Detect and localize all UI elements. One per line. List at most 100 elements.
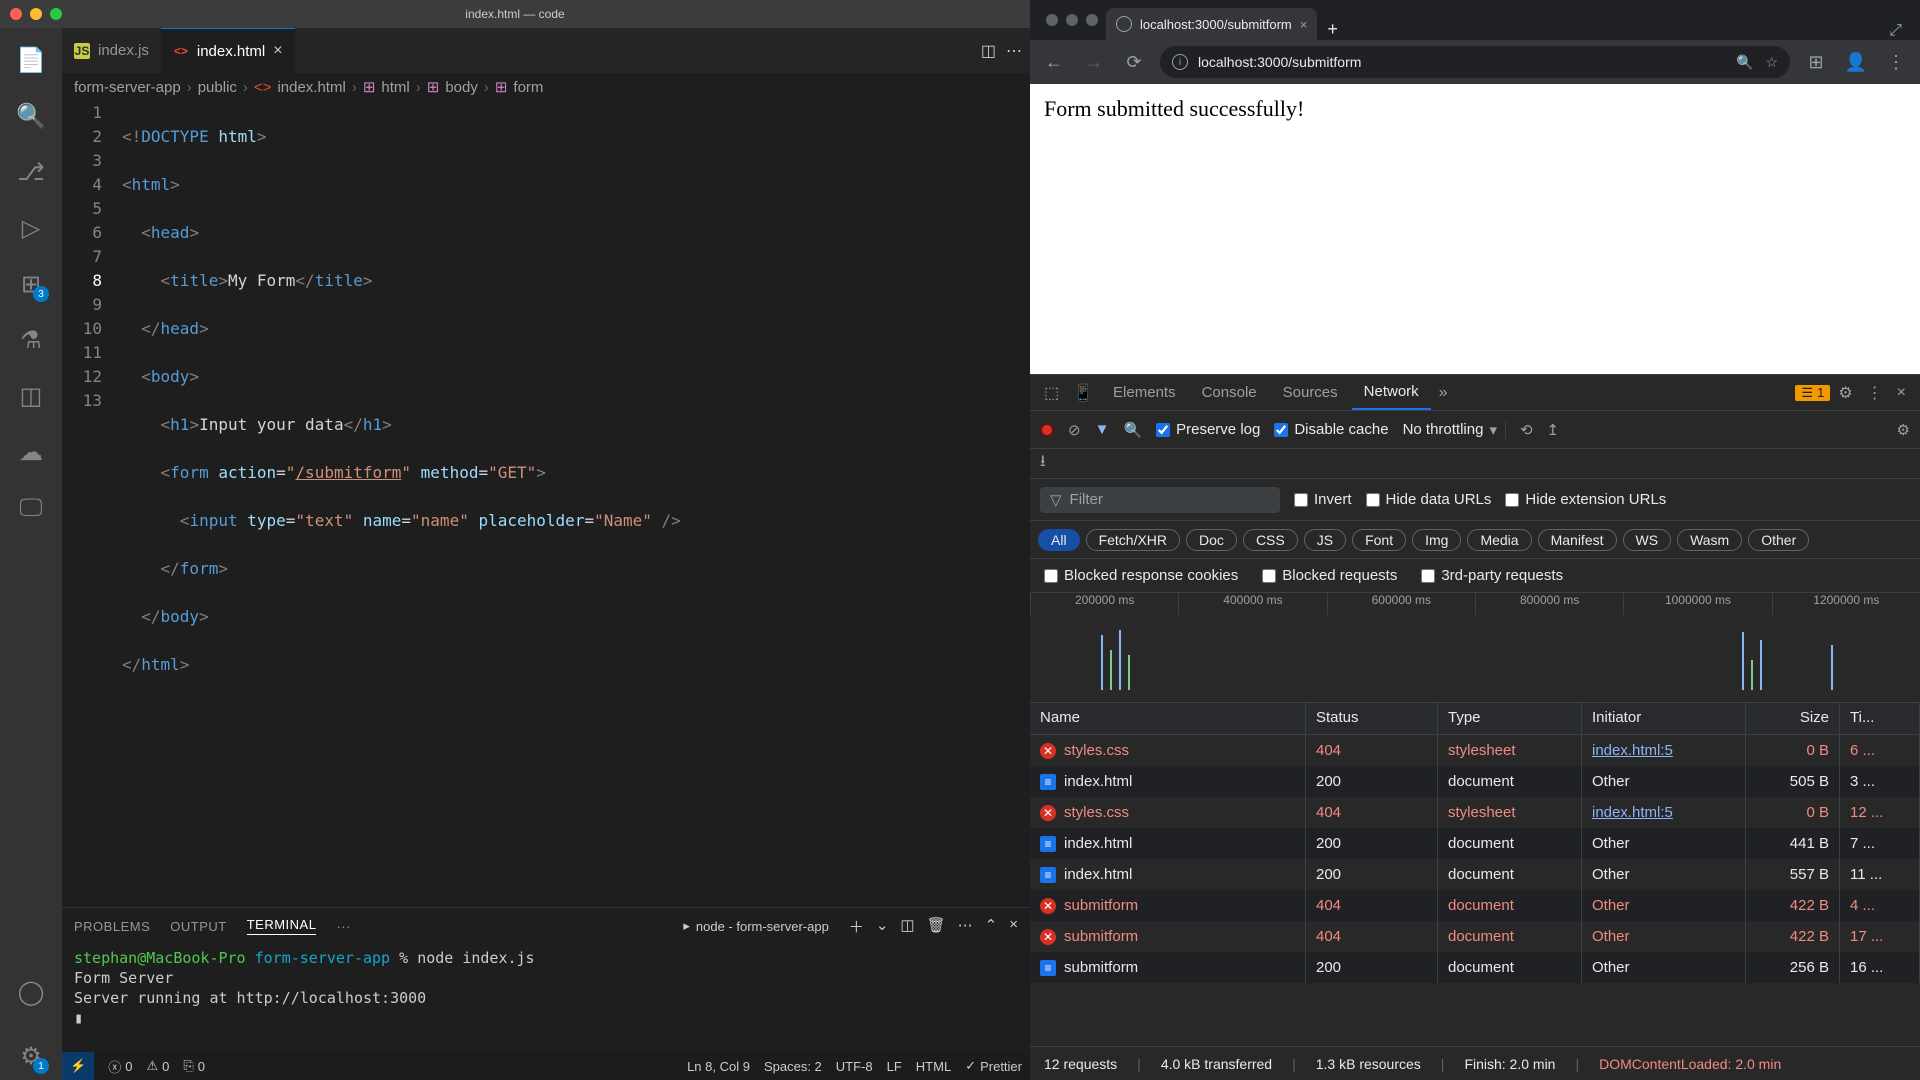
chevron-down-icon[interactable]: ⌄ [876,916,889,937]
close-devtools-icon[interactable]: × [1891,384,1912,402]
close-tab-icon[interactable]: × [1300,17,1308,32]
close-panel-icon[interactable]: × [1009,916,1018,937]
testing-icon[interactable]: ⚗ [7,316,55,364]
reload-button[interactable]: ⟳ [1120,52,1148,73]
language-mode[interactable]: HTML [916,1059,951,1074]
database-icon[interactable]: ☁ [7,428,55,476]
preserve-log-checkbox[interactable]: Preserve log [1156,421,1260,438]
expand-icon[interactable]: ⤢ [1879,22,1912,40]
prettier-status[interactable]: ✓ Prettier [965,1058,1022,1074]
disable-cache-checkbox[interactable]: Disable cache [1274,421,1388,438]
table-row[interactable]: ≡index.html200documentOther557 B11 ... [1030,859,1920,890]
type-filter-font[interactable]: Font [1352,529,1406,551]
extensions-icon[interactable]: ⊞3 [7,260,55,308]
table-row[interactable]: ✕styles.css404stylesheetindex.html:50 B1… [1030,797,1920,828]
tab-elements[interactable]: Elements [1101,375,1188,410]
blocked-cookies-checkbox[interactable]: Blocked response cookies [1044,567,1238,584]
col-initiator[interactable]: Initiator [1582,703,1746,734]
back-button[interactable]: ← [1040,52,1068,73]
type-filter-wasm[interactable]: Wasm [1677,529,1742,551]
remote-indicator[interactable]: ⚡ [62,1052,94,1080]
import-icon[interactable]: ↥ [1547,421,1560,439]
col-size[interactable]: Size [1746,703,1840,734]
issues-badge[interactable]: ☰ 1 [1795,385,1830,401]
profile-icon[interactable]: 👤 [1842,52,1870,73]
browser-tab[interactable]: localhost:3000/submitform × [1106,8,1317,40]
type-filter-fetch/xhr[interactable]: Fetch/XHR [1086,529,1180,551]
filter-input[interactable]: ▽ Filter [1040,487,1280,513]
table-row[interactable]: ≡index.html200documentOther441 B7 ... [1030,828,1920,859]
settings-icon[interactable]: ⚙ [1832,383,1858,403]
panel-tab-problems[interactable]: PROBLEMS [74,919,150,934]
network-conditions-icon[interactable]: ⟲ [1520,421,1533,439]
minimize-window-icon[interactable] [1066,14,1078,26]
more-icon[interactable]: ⋯ [958,916,973,937]
table-row[interactable]: ≡submitform200documentOther256 B16 ... [1030,952,1920,983]
table-row[interactable]: ✕submitform404documentOther422 B4 ... [1030,890,1920,921]
code-editor[interactable]: 1234 5678 910111213 <!DOCTYPE html> <htm… [62,101,1030,907]
device-toggle-icon[interactable]: 📱 [1067,383,1099,403]
type-filter-other[interactable]: Other [1748,529,1809,551]
menu-icon[interactable]: ⋮ [1882,52,1910,73]
blocked-requests-checkbox[interactable]: Blocked requests [1262,567,1397,584]
network-settings-icon[interactable]: ⚙ [1897,421,1910,439]
tab-index-js[interactable]: JS index.js [62,28,161,73]
type-filter-css[interactable]: CSS [1243,529,1298,551]
type-filter-img[interactable]: Img [1412,529,1461,551]
cursor-position[interactable]: Ln 8, Col 9 [687,1059,750,1074]
run-debug-icon[interactable]: ▷ [7,204,55,252]
indent-info[interactable]: Spaces: 2 [764,1059,822,1074]
mac-traffic-lights[interactable] [10,8,62,20]
breadcrumb-item[interactable]: form-server-app [74,79,181,96]
tab-console[interactable]: Console [1190,375,1269,410]
monitor-icon[interactable]: 🖵 [7,484,55,532]
type-filter-ws[interactable]: WS [1623,529,1672,551]
type-filter-js[interactable]: JS [1304,529,1346,551]
close-window-icon[interactable] [1046,14,1058,26]
type-filter-doc[interactable]: Doc [1186,529,1237,551]
extensions-icon[interactable]: ⊞ [1802,52,1830,73]
type-filter-media[interactable]: Media [1467,529,1531,551]
encoding-info[interactable]: UTF-8 [836,1059,873,1074]
more-icon[interactable]: ⋮ [1861,383,1889,403]
throttling-select[interactable]: No throttling ▾ [1403,421,1506,439]
inspect-icon[interactable]: ⬚ [1038,383,1065,403]
col-type[interactable]: Type [1438,703,1582,734]
third-party-checkbox[interactable]: 3rd-party requests [1421,567,1563,584]
zoom-icon[interactable]: 🔍 [1736,54,1753,71]
table-row[interactable]: ✕styles.css404stylesheetindex.html:50 B6… [1030,735,1920,766]
type-filter-manifest[interactable]: Manifest [1538,529,1617,551]
address-bar[interactable]: i localhost:3000/submitform 🔍 ☆ [1160,46,1790,78]
chevron-up-icon[interactable]: ⌃ [985,916,998,937]
ports-count[interactable]: ⎘ 0 [183,1058,205,1074]
type-filter-all[interactable]: All [1038,529,1080,551]
col-time[interactable]: Ti... [1840,703,1920,734]
close-tab-icon[interactable]: × [273,42,282,60]
invert-checkbox[interactable]: Invert [1294,491,1352,508]
breadcrumbs[interactable]: form-server-app› public› <> index.html› … [62,73,1030,101]
bookmark-icon[interactable]: ☆ [1765,54,1778,71]
minimize-window-icon[interactable] [30,8,42,20]
code-content[interactable]: <!DOCTYPE html> <html> <head> <title>My … [122,101,1030,907]
panel-tab-output[interactable]: OUTPUT [170,919,226,934]
table-row[interactable]: ✕submitform404documentOther422 B17 ... [1030,921,1920,952]
account-icon[interactable]: ◯ [7,968,55,1016]
terminal-output[interactable]: stephan@MacBook-Pro form-server-app % no… [62,944,1030,1052]
errors-count[interactable]: ⓧ 0 [108,1057,132,1076]
new-tab-button[interactable]: + [1317,19,1348,40]
split-terminal-icon[interactable]: ◫ [900,916,914,937]
eol-info[interactable]: LF [887,1059,902,1074]
split-editor-icon[interactable]: ◫ [981,41,996,61]
col-name[interactable]: Name [1030,703,1306,734]
search-icon[interactable]: 🔍 [1123,421,1142,439]
breadcrumb-item[interactable]: index.html [277,79,345,96]
source-control-icon[interactable]: ⎇ [7,148,55,196]
tab-index-html[interactable]: <> index.html × [161,28,295,73]
table-header[interactable]: Name Status Type Initiator Size Ti... [1030,703,1920,735]
close-window-icon[interactable] [10,8,22,20]
trash-icon[interactable]: 🗑 [927,916,946,937]
tab-sources[interactable]: Sources [1271,375,1350,410]
maximize-window-icon[interactable] [50,8,62,20]
filter-toggle-icon[interactable]: ▼ [1095,421,1110,438]
breadcrumb-item[interactable]: public [198,79,237,96]
